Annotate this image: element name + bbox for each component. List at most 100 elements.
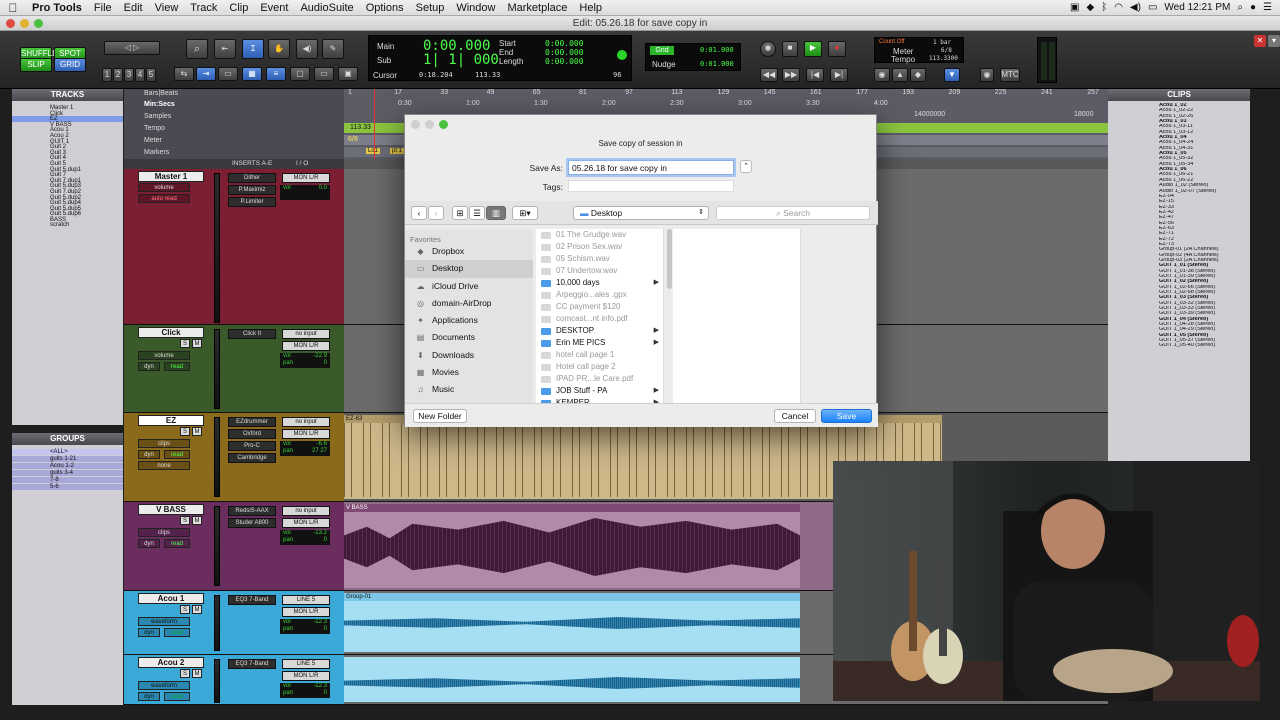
- zoom-preset-4[interactable]: 4: [135, 68, 145, 82]
- edit-option-4[interactable]: ▦: [242, 67, 262, 81]
- playhead-cursor[interactable]: [374, 89, 375, 159]
- edit-option-2[interactable]: ⇥: [196, 67, 216, 81]
- selector-tool-icon[interactable]: Ｉ: [242, 39, 264, 59]
- favorite-documents[interactable]: ▤ Documents: [405, 329, 533, 346]
- dyn-toggle[interactable]: dyn: [138, 628, 160, 637]
- zoom-preset-3[interactable]: 3: [124, 68, 134, 82]
- volume-pan-readout[interactable]: vol -13.2 pan 0: [280, 530, 330, 545]
- insert-slot-b[interactable]: P.Maximiz: [228, 185, 276, 195]
- favorite-downloads[interactable]: ⬇ Downloads: [405, 347, 533, 364]
- meter-value[interactable]: 6/8: [941, 47, 952, 54]
- zoom-preset-5[interactable]: 5: [146, 68, 156, 82]
- column-view-icon[interactable]: ▥: [486, 206, 506, 220]
- insert-slot-a[interactable]: EZdrummer: [228, 417, 276, 427]
- favorite-movies[interactable]: ▦ Movies: [405, 364, 533, 381]
- location-popup[interactable]: ▬ Desktop ⇕: [573, 206, 709, 220]
- insert-slot-c[interactable]: Pro-C: [228, 441, 276, 451]
- solo-button[interactable]: S: [180, 339, 190, 348]
- end-value[interactable]: 0:00.000: [545, 48, 584, 57]
- wifi-icon[interactable]: ◠: [1114, 2, 1123, 13]
- favorite-desktop[interactable]: ▭ Desktop: [405, 260, 533, 278]
- input-selector[interactable]: no input: [282, 417, 330, 427]
- menu-file[interactable]: File: [88, 2, 118, 14]
- audio-clip[interactable]: [344, 657, 800, 702]
- meter-event[interactable]: 6/8: [348, 136, 358, 143]
- solo-button[interactable]: S: [180, 427, 190, 436]
- zoom-window-icon[interactable]: [34, 19, 43, 28]
- folder-item[interactable]: DESKTOP ▶: [536, 325, 663, 337]
- volume-readout[interactable]: vol 0.0: [280, 185, 330, 200]
- rewind-button[interactable]: ◀◀: [760, 68, 778, 82]
- metronome-icon[interactable]: ▲: [892, 68, 908, 82]
- automation-mode[interactable]: read: [164, 692, 190, 701]
- back-icon[interactable]: ‹: [411, 206, 427, 220]
- output-selector[interactable]: MON L/R: [282, 607, 330, 617]
- group-list-item[interactable]: 7-8: [12, 477, 123, 483]
- track-name[interactable]: Click: [138, 327, 204, 338]
- fast-forward-button[interactable]: ▶▶: [782, 68, 800, 82]
- pencil-tool-icon[interactable]: ✎: [322, 39, 344, 59]
- list-view-icon[interactable]: ☰: [469, 206, 485, 220]
- menu-track[interactable]: Track: [184, 2, 223, 14]
- notification-center-icon[interactable]: ☰: [1263, 2, 1272, 13]
- grabber-tool-icon[interactable]: ✋: [268, 39, 290, 59]
- mute-button[interactable]: M: [192, 339, 202, 348]
- menu-setup[interactable]: Setup: [410, 2, 451, 14]
- output-selector[interactable]: MON L/R: [282, 518, 330, 528]
- audio-clip[interactable]: Group-01: [344, 593, 800, 652]
- insert-slot-a[interactable]: EQ3 7-Band: [228, 595, 276, 605]
- spotlight-icon[interactable]: ⌕: [1237, 2, 1243, 13]
- solo-button[interactable]: S: [180, 605, 190, 614]
- input-selector[interactable]: no input: [282, 329, 330, 339]
- empty-column[interactable]: [673, 229, 801, 403]
- solo-button[interactable]: S: [180, 516, 190, 525]
- edit-option-6[interactable]: ▢: [290, 67, 310, 81]
- volume-icon[interactable]: ◀): [1130, 2, 1141, 13]
- edit-option-7[interactable]: ▭: [314, 67, 334, 81]
- insert-slot-a[interactable]: Dither: [228, 173, 276, 183]
- record-button[interactable]: ●: [828, 41, 846, 57]
- insert-slot-a[interactable]: EQ3 7-Band: [228, 659, 276, 669]
- input-selector[interactable]: LINE 5: [282, 659, 330, 669]
- menu-help[interactable]: Help: [573, 2, 608, 14]
- track-view-selector[interactable]: waveform: [138, 617, 190, 626]
- automation-mode[interactable]: read: [164, 362, 190, 371]
- main-counter[interactable]: Main 0:00.000 Sub 1| 1| 000 Start 0:00.0…: [368, 35, 632, 81]
- dropbox-status-icon[interactable]: ◆: [1086, 2, 1094, 13]
- dyn-toggle[interactable]: dyn: [138, 539, 160, 548]
- menu-clock[interactable]: Wed 12:21 PM: [1164, 2, 1230, 13]
- input-selector[interactable]: no input: [282, 506, 330, 516]
- insert-slot-b[interactable]: Studer A800: [228, 518, 276, 528]
- grid-mode-button[interactable]: GRID: [54, 58, 86, 72]
- cancel-button[interactable]: Cancel: [774, 409, 816, 423]
- ruler-tempo[interactable]: Tempo: [144, 125, 165, 132]
- nudge-value[interactable]: 0:01.000: [700, 60, 734, 68]
- siri-icon[interactable]: ●: [1250, 2, 1256, 13]
- camera-icon[interactable]: ▣: [1070, 2, 1079, 13]
- tempo-value[interactable]: 113.3300: [929, 55, 958, 62]
- solo-button[interactable]: S: [180, 669, 190, 678]
- bluetooth-icon[interactable]: ᛒ: [1101, 2, 1107, 13]
- track-view-selector[interactable]: clips: [138, 439, 190, 448]
- track-list-item[interactable]: scratch: [12, 222, 123, 229]
- wait-for-note-icon[interactable]: ◉: [874, 68, 890, 82]
- go-to-start-button[interactable]: |◀: [806, 68, 824, 82]
- mute-button[interactable]: M: [192, 516, 202, 525]
- group-list-item[interactable]: guits 3-4: [12, 470, 123, 476]
- marker-1[interactable]: Lo1: [366, 148, 381, 154]
- new-folder-button[interactable]: New Folder: [413, 409, 467, 423]
- insert-slot-b[interactable]: Oxford: [228, 429, 276, 439]
- track-view-selector[interactable]: clips: [138, 528, 190, 537]
- edit-option-1[interactable]: ⇆: [174, 67, 194, 81]
- menu-window[interactable]: Window: [450, 2, 501, 14]
- clip-list-item[interactable]: GUIT 1_05-40 (Stereo): [1108, 343, 1250, 348]
- ruler-samples[interactable]: Samples: [144, 113, 171, 120]
- icon-view-icon[interactable]: ⊞: [452, 206, 468, 220]
- zoom-toggle-button[interactable]: ◁ ▷: [104, 41, 160, 55]
- search-field[interactable]: ⌕ Search: [716, 206, 870, 220]
- ruler-min-secs[interactable]: Min:Secs: [144, 101, 175, 108]
- folder-item[interactable]: JOB Stuff - PA ▶: [536, 385, 663, 397]
- group-list-item[interactable]: guits 1-21: [12, 456, 123, 462]
- output-selector[interactable]: MON L/R: [282, 671, 330, 681]
- save-button[interactable]: Save: [821, 409, 872, 423]
